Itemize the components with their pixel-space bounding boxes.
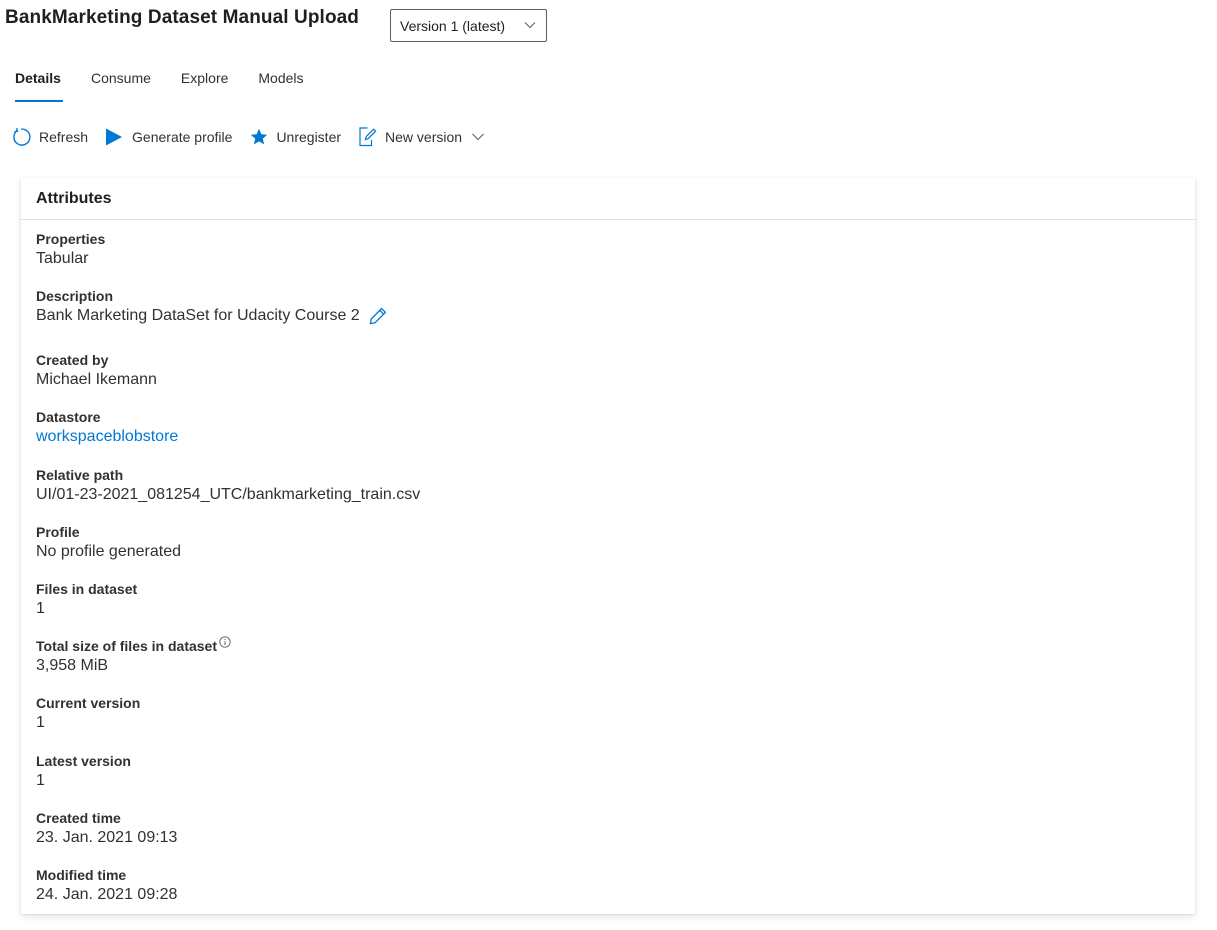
tab-details-label: Details — [15, 70, 61, 86]
datastore-link[interactable]: workspaceblobstore — [36, 426, 178, 448]
tab-explore-label: Explore — [180, 70, 229, 86]
version-select-value: Version 1 (latest) — [400, 17, 506, 34]
attr-current-version: Current version 1 — [36, 694, 140, 734]
attr-latest-version: Latest version 1 — [36, 752, 131, 792]
attr-value: Bank Marketing DataSet for Udacity Cours… — [36, 305, 387, 327]
attr-label: Modified time — [36, 867, 127, 883]
tab-explore[interactable]: Explore — [181, 66, 228, 102]
attr-label: Datastore — [36, 409, 101, 425]
attr-label: Properties — [36, 231, 106, 247]
attr-label: Profile — [36, 524, 80, 540]
generate-profile-button[interactable]: Generate profile — [105, 124, 232, 150]
attr-value: 1 — [36, 772, 45, 789]
attr-value: 1 — [36, 714, 45, 731]
attr-created-time: Created time 23. Jan. 2021 09:13 — [36, 809, 177, 849]
attr-profile: Profile No profile generated — [36, 523, 181, 563]
attr-label: Current version — [36, 695, 141, 711]
page-title: BankMarketing Dataset Manual Upload — [5, 7, 360, 28]
star-icon — [251, 128, 268, 145]
attr-modified-time: Modified time 24. Jan. 2021 09:28 — [36, 866, 177, 906]
attr-value: Tabular — [36, 250, 89, 267]
version-select[interactable]: Version 1 (latest) — [390, 9, 547, 42]
unregister-label: Unregister — [276, 129, 342, 145]
attr-relative-path: Relative path UI/01-23-2021_081254_UTC/b… — [36, 466, 420, 506]
attr-created-by: Created by Michael Ikemann — [36, 351, 157, 391]
attr-label: Relative path — [36, 467, 124, 483]
chevron-down-icon — [524, 22, 536, 29]
refresh-button[interactable]: Refresh — [12, 124, 88, 150]
attr-properties: Properties Tabular — [36, 230, 105, 270]
pencil-icon[interactable] — [369, 307, 387, 325]
attributes-card: Attributes Properties Tabular Descriptio… — [21, 178, 1195, 914]
edit-document-icon — [359, 127, 377, 147]
attr-value: 1 — [36, 600, 45, 617]
attr-label: Description — [36, 288, 114, 304]
attributes-heading: Attributes — [21, 178, 1195, 220]
refresh-icon — [13, 128, 31, 146]
unregister-button[interactable]: Unregister — [250, 124, 341, 150]
attr-label: Total size of files in dataset — [36, 636, 231, 655]
play-icon — [106, 128, 123, 146]
total-size-label: Total size of files in dataset — [36, 638, 218, 654]
tab-consume-label: Consume — [91, 70, 151, 86]
attr-files-in-dataset: Files in dataset 1 — [36, 580, 137, 620]
attr-value: UI/01-23-2021_081254_UTC/bankmarketing_t… — [36, 486, 421, 503]
new-version-button[interactable]: New version — [358, 124, 485, 150]
tab-models-label: Models — [258, 70, 304, 86]
dataset-details-page: BankMarketing Dataset Manual Upload Vers… — [0, 0, 1217, 930]
attr-label: Created by — [36, 352, 109, 368]
generate-profile-label: Generate profile — [132, 129, 233, 145]
attr-value: 23. Jan. 2021 09:13 — [36, 829, 178, 846]
attr-value: 3,958 MiB — [36, 657, 109, 674]
tab-models[interactable]: Models — [258, 66, 303, 102]
attr-label: Latest version — [36, 753, 131, 769]
attr-label: Files in dataset — [36, 581, 138, 597]
tab-details[interactable]: Details — [15, 66, 63, 102]
attr-value: 24. Jan. 2021 09:28 — [36, 886, 178, 903]
info-icon[interactable] — [219, 636, 231, 648]
attr-description: Description Bank Marketing DataSet for U… — [36, 287, 387, 327]
attr-value: Michael Ikemann — [36, 371, 157, 388]
tab-consume[interactable]: Consume — [91, 66, 151, 102]
refresh-label: Refresh — [39, 129, 89, 145]
attr-value: No profile generated — [36, 543, 181, 560]
tab-bar: Details Consume Explore Models — [0, 66, 304, 102]
description-text: Bank Marketing DataSet for Udacity Cours… — [36, 307, 360, 324]
attr-label: Created time — [36, 810, 121, 826]
chevron-down-icon — [472, 133, 484, 141]
command-bar: Refresh Generate profile Unregister New … — [12, 124, 485, 150]
new-version-label: New version — [385, 129, 463, 145]
attr-total-size: Total size of files in dataset 3,958 MiB — [36, 636, 231, 677]
attr-datastore: Datastore workspaceblobstore — [36, 408, 178, 448]
